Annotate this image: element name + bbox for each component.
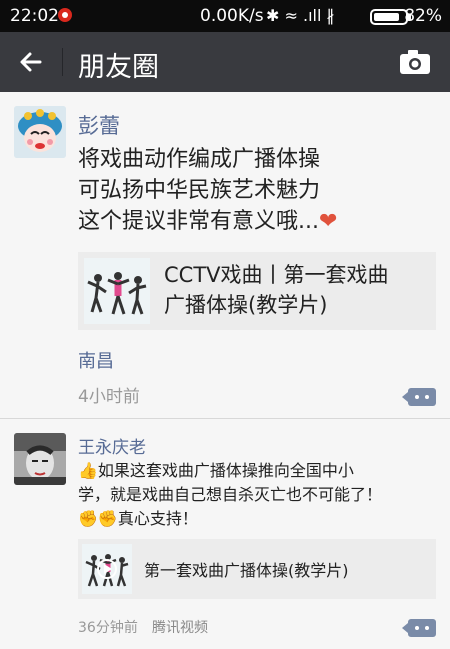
- dot-icon: [415, 395, 419, 399]
- comment-more-button[interactable]: [402, 619, 436, 637]
- heart-emoji: ❤: [318, 209, 338, 234]
- portrait-avatar: [14, 433, 66, 485]
- post-time: 36分钟前: [78, 620, 138, 636]
- post-text: 将戏曲动作编成广播体操 可弘扬中华民族艺术魅力 这个提议非常有意义哦...❤: [78, 144, 337, 237]
- back-arrow-svg: [20, 52, 42, 72]
- moments-feed[interactable]: 彭蕾 将戏曲动作编成广播体操 可弘扬中华民族艺术魅力 这个提议非常有意义哦...…: [0, 92, 450, 649]
- status-time: 22:02: [10, 6, 59, 26]
- link-title-line: CCTV戏曲丨第一套戏曲: [164, 263, 389, 287]
- camera-svg: [400, 50, 430, 74]
- shared-link-card[interactable]: CCTV戏曲丨第一套戏曲 广播体操(教学片): [78, 252, 436, 330]
- back-arrow-icon[interactable]: [14, 44, 50, 80]
- battery-level: [374, 13, 399, 21]
- moment-post: 彭蕾 将戏曲动作编成广播体操 可弘扬中华民族艺术魅力 这个提议非常有意义哦...…: [0, 92, 450, 418]
- post-text-line: 可弘扬中华民族艺术魅力: [78, 178, 321, 203]
- post-location[interactable]: 南昌: [78, 347, 114, 373]
- exercise-thumbnail-image: [82, 544, 132, 594]
- camera-icon[interactable]: [398, 48, 432, 76]
- page-title: 朋友圈: [78, 52, 159, 83]
- title-bar: 朋友圈: [0, 32, 450, 92]
- avatar[interactable]: [14, 106, 66, 158]
- video-thumbnail: [84, 258, 150, 324]
- title-divider: [62, 48, 63, 76]
- status-bar: 22:02 0.00K/s ✱ ≈ .ıll ∦ 82%: [0, 0, 450, 32]
- post-text: 👍如果这套戏曲广播体操推向全国中小 学，就是戏曲自己想自杀灭亡也不可能了！ ✊✊…: [78, 459, 382, 531]
- post-text-line: 这个提议非常有意义哦...❤: [78, 206, 337, 237]
- post-time: 4小时前: [78, 387, 140, 407]
- network-speed: 0.00K/s: [200, 6, 264, 26]
- post-author[interactable]: 彭蕾: [78, 110, 120, 140]
- dot-icon: [425, 395, 429, 399]
- link-title: 第一套戏曲广播体操(教学片): [144, 561, 349, 580]
- post-text-line: ✊✊真心支持！: [78, 509, 198, 528]
- post-text-line: 👍如果这套戏曲广播体操推向全国中小: [78, 461, 354, 480]
- exercise-thumbnail-image: [84, 258, 150, 324]
- avatar[interactable]: [14, 433, 66, 485]
- post-author[interactable]: 王永庆老: [78, 433, 146, 458]
- comment-more-button[interactable]: [402, 388, 436, 406]
- dot-icon: [425, 626, 429, 630]
- post-text-segment: 这个提议非常有意义哦...: [78, 209, 319, 234]
- shared-link-card[interactable]: 第一套戏曲广播体操(教学片): [78, 539, 436, 599]
- battery-icon: [370, 9, 411, 25]
- dot-icon: [415, 626, 419, 630]
- opera-mask-avatar: [14, 106, 66, 158]
- link-title-line: 广播体操(教学片): [164, 293, 328, 317]
- status-icons: ✱ ≈ .ıll ∦: [266, 6, 335, 25]
- post-text-line: 学，就是戏曲自己想自杀灭亡也不可能了！: [78, 485, 383, 504]
- post-source[interactable]: 腾讯视频: [152, 617, 208, 637]
- post-text-line: 将戏曲动作编成广播体操: [78, 147, 321, 172]
- notification-icon: [58, 8, 72, 22]
- video-thumbnail: [82, 544, 132, 594]
- link-title: CCTV戏曲丨第一套戏曲 广播体操(教学片): [164, 260, 389, 320]
- battery-percent: 82%: [404, 6, 442, 26]
- moment-post: 王永庆老 👍如果这套戏曲广播体操推向全国中小 学，就是戏曲自己想自杀灭亡也不可能…: [0, 419, 450, 649]
